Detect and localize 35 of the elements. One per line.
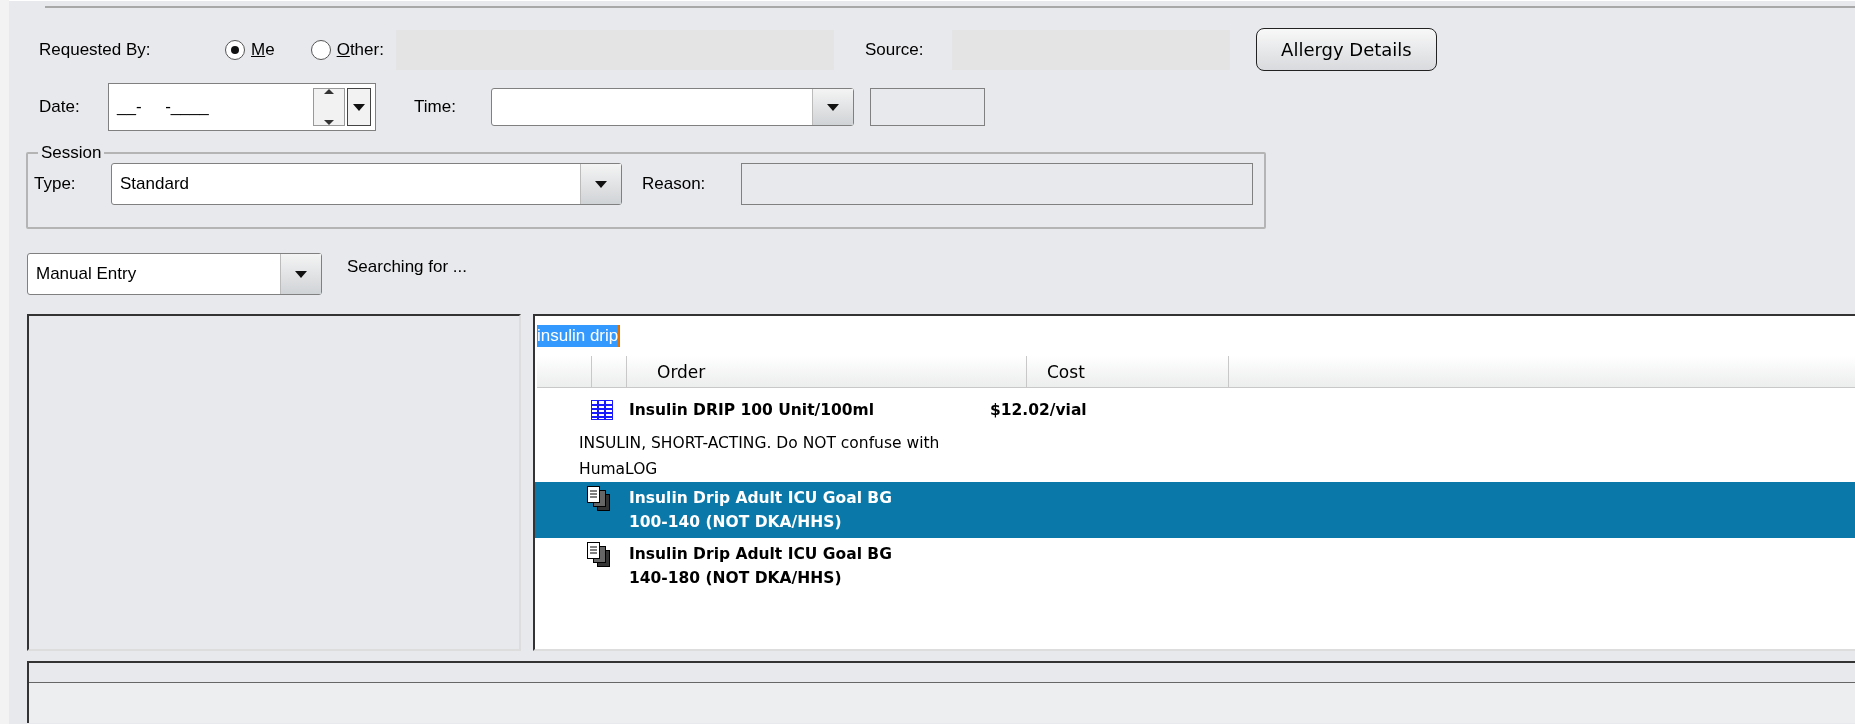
time-label: Time: <box>414 97 457 117</box>
reason-label: Reason: <box>642 174 707 194</box>
source-label: Source: <box>864 39 925 60</box>
order-note: INSULIN, SHORT-ACTING. Do NOT confuse with HumaLOG <box>579 433 941 480</box>
radio-option[interactable]: Other: <box>310 39 384 60</box>
spinner-icon[interactable] <box>313 88 345 126</box>
column-header-label[interactable]: Order <box>657 361 706 382</box>
stacked-documents-icon <box>587 542 611 568</box>
order-name: Insulin DRIP 100 Unit/100ml <box>629 400 876 421</box>
reason-field[interactable] <box>741 163 1253 205</box>
order-cost: $12.02/vial <box>990 401 1087 419</box>
dropdown-arrow-icon <box>595 180 607 188</box>
date-field[interactable]: __- -____ <box>108 83 376 131</box>
order-set-name: Insulin Drip Adult ICU Goal BG 140-180 (NOT DKA/HHS) <box>629 544 893 589</box>
column-header-label[interactable]: Cost <box>1047 361 1085 382</box>
radio-option[interactable]: Me <box>225 39 275 60</box>
order-set-row[interactable]: Insulin Drip Adult ICU Goal BG 100-140 (NOT DKA/HHS) <box>535 482 1855 538</box>
dropdown-arrow-icon <box>295 270 307 278</box>
requested-by-label: Requested By: <box>39 39 152 60</box>
dropdown-arrow-icon <box>353 103 365 111</box>
dropdown-arrow-icon <box>827 103 839 111</box>
type-dropdown[interactable]: Standard <box>111 163 622 205</box>
search-mode-dropdown[interactable]: Manual Entry <box>27 253 322 295</box>
time-extra-field[interactable] <box>870 88 985 126</box>
table-icon <box>591 400 613 420</box>
order-set-row[interactable]: Insulin Drip Adult ICU Goal BG 140-180 (NOT DKA/HHS) <box>535 538 1855 594</box>
order-set-name: Insulin Drip Adult ICU Goal BG 100-140 (NOT DKA/HHS) <box>629 488 893 533</box>
search-status: Searching for ... <box>347 257 467 277</box>
allergy-details-button[interactable]: Allergy Details <box>1255 28 1437 71</box>
date-label: Date: <box>39 97 81 117</box>
order-row[interactable]: Insulin DRIP 100 Unit/100ml $12.02/vial <box>535 388 1855 422</box>
stacked-documents-icon <box>587 486 611 512</box>
session-legend: Session <box>38 143 105 163</box>
type-label: Type: <box>34 174 77 194</box>
time-dropdown[interactable] <box>491 88 854 126</box>
